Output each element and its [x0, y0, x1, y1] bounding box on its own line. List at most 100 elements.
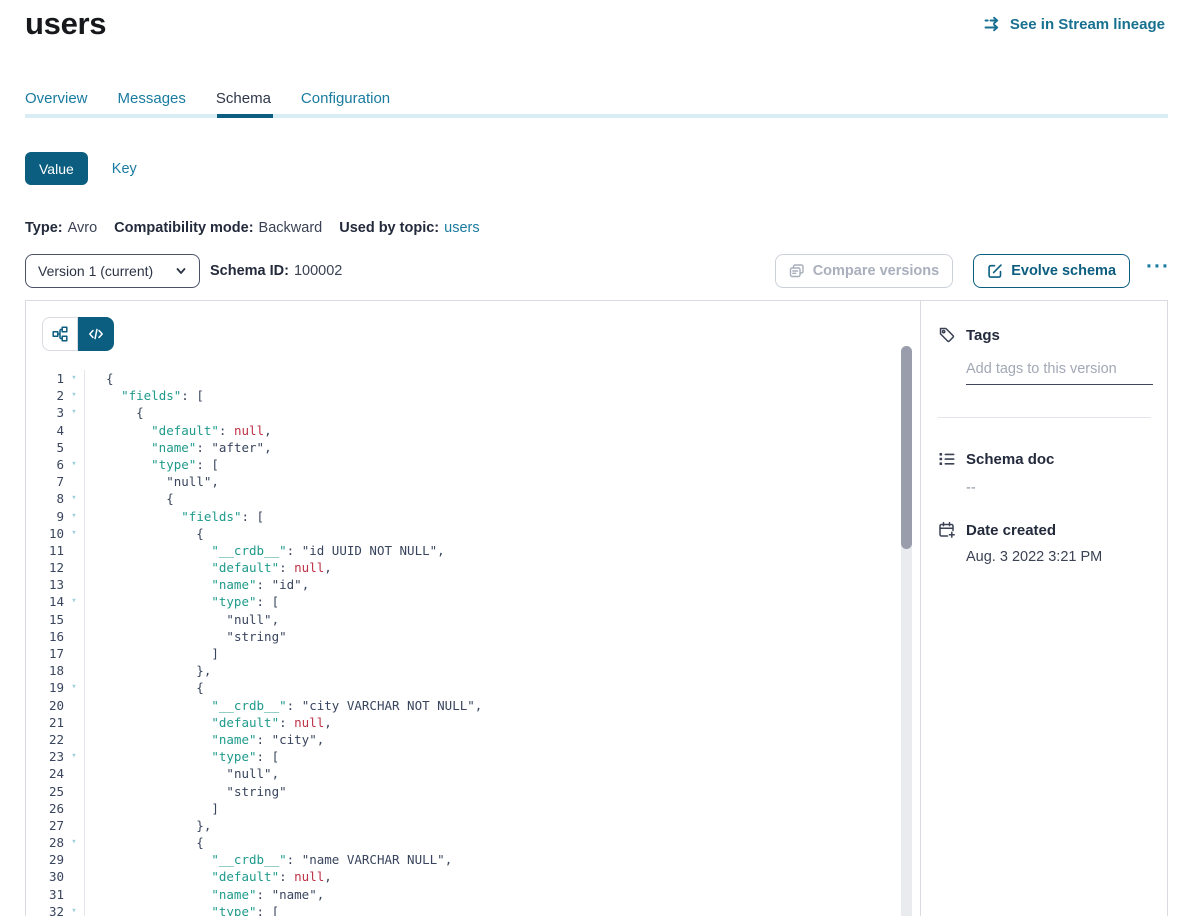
code-text: "type": [: [84, 593, 279, 610]
line-number: 1: [26, 370, 64, 387]
stream-lineage-icon: [984, 15, 1002, 33]
fold-arrow-icon[interactable]: ▾: [64, 456, 84, 473]
tab-configuration[interactable]: Configuration: [301, 90, 390, 107]
evolve-schema-label: Evolve schema: [1011, 263, 1116, 279]
fold-spacer: [64, 473, 84, 490]
code-line: 9▾ "fields": [: [26, 508, 920, 525]
fold-spacer: [64, 714, 84, 731]
line-number: 10: [26, 525, 64, 542]
code-line: 21 "default": null,: [26, 714, 920, 731]
fold-spacer: [64, 800, 84, 817]
fold-spacer: [64, 783, 84, 800]
key-toggle-button[interactable]: Key: [112, 161, 137, 177]
evolve-schema-button[interactable]: Evolve schema: [973, 254, 1130, 288]
compare-icon: [789, 263, 805, 279]
tab-schema[interactable]: Schema: [216, 90, 271, 107]
code-scrollbar-thumb[interactable]: [901, 346, 912, 549]
fold-arrow-icon[interactable]: ▾: [64, 490, 84, 507]
compare-versions-button[interactable]: Compare versions: [775, 254, 954, 288]
value-key-toggle: Value Key: [25, 152, 137, 185]
stream-lineage-label: See in Stream lineage: [1010, 16, 1165, 33]
code-text: "type": [: [84, 748, 279, 765]
add-tags-input[interactable]: [966, 361, 1153, 385]
code-line: 3▾ {: [26, 404, 920, 421]
fold-spacer: [64, 886, 84, 903]
fold-arrow-icon[interactable]: ▾: [64, 525, 84, 542]
line-number: 12: [26, 559, 64, 576]
code-text: "name": "city",: [84, 731, 324, 748]
fold-arrow-icon[interactable]: ▾: [64, 387, 84, 404]
tree-view-button[interactable]: [42, 317, 78, 351]
line-number: 19: [26, 679, 64, 696]
calendar-plus-icon: [938, 521, 956, 539]
fold-arrow-icon[interactable]: ▾: [64, 508, 84, 525]
line-number: 14: [26, 593, 64, 610]
code-toolbar: [26, 301, 920, 351]
code-text: {: [84, 370, 114, 387]
code-text: "null",: [84, 473, 219, 490]
topic-link[interactable]: users: [444, 220, 479, 236]
line-number: 6: [26, 456, 64, 473]
line-number: 32: [26, 903, 64, 916]
fold-arrow-icon[interactable]: ▾: [64, 903, 84, 916]
line-number: 9: [26, 508, 64, 525]
code-line: 1▾{: [26, 370, 920, 387]
code-line: 27 },: [26, 817, 920, 834]
tab-messages[interactable]: Messages: [118, 90, 186, 107]
fold-arrow-icon[interactable]: ▾: [64, 679, 84, 696]
version-select[interactable]: Version 1 (current): [25, 254, 200, 288]
fold-spacer: [64, 645, 84, 662]
code-view-button[interactable]: [78, 317, 114, 351]
code-text: {: [84, 490, 174, 507]
fold-spacer: [64, 731, 84, 748]
code-line: 23▾ "type": [: [26, 748, 920, 765]
line-number: 13: [26, 576, 64, 593]
used-by-topic-label: Used by topic:: [339, 220, 439, 236]
fold-arrow-icon[interactable]: ▾: [64, 834, 84, 851]
fold-arrow-icon[interactable]: ▾: [64, 593, 84, 610]
version-bar: Version 1 (current) Schema ID: 100002 Co…: [25, 254, 1172, 288]
stream-lineage-link[interactable]: See in Stream lineage: [984, 15, 1165, 33]
line-number: 26: [26, 800, 64, 817]
type-value: Avro: [68, 220, 98, 236]
list-icon: [938, 450, 956, 468]
version-select-value: Version 1 (current): [38, 263, 153, 279]
date-created-section-header: Date created: [938, 520, 1151, 540]
code-line: 12 "default": null,: [26, 559, 920, 576]
compatibility-label: Compatibility mode:: [114, 220, 253, 236]
code-scrollbar-track[interactable]: [901, 346, 912, 916]
code-text: "default": null,: [84, 868, 332, 885]
code-text: {: [84, 525, 204, 542]
more-options-button[interactable]: ···: [1144, 262, 1172, 280]
code-line: 31 "name": "name",: [26, 886, 920, 903]
line-number: 16: [26, 628, 64, 645]
fold-spacer: [64, 542, 84, 559]
type-label: Type:: [25, 220, 63, 236]
value-toggle-button[interactable]: Value: [25, 152, 88, 185]
code-text: "fields": [: [84, 508, 264, 525]
code-line: 15 "null",: [26, 611, 920, 628]
tags-section-header: Tags: [938, 325, 1151, 345]
edit-icon: [987, 263, 1003, 279]
code-line: 26 ]: [26, 800, 920, 817]
fold-arrow-icon[interactable]: ▾: [64, 404, 84, 421]
active-tab-indicator: [217, 114, 273, 118]
fold-spacer: [64, 611, 84, 628]
tab-bar: Overview Messages Schema Configuration: [25, 90, 390, 107]
line-number: 29: [26, 851, 64, 868]
schema-id-value: 100002: [294, 263, 342, 279]
tab-overview[interactable]: Overview: [25, 90, 88, 107]
schema-id-label: Schema ID:: [210, 263, 289, 279]
line-number: 5: [26, 439, 64, 456]
line-number: 28: [26, 834, 64, 851]
code-text: "default": null,: [84, 559, 332, 576]
fold-arrow-icon[interactable]: ▾: [64, 748, 84, 765]
code-line: 4 "default": null,: [26, 422, 920, 439]
code-line: 7 "null",: [26, 473, 920, 490]
line-number: 3: [26, 404, 64, 421]
tag-icon: [938, 326, 956, 344]
code-text: "name": "id",: [84, 576, 309, 593]
code-text: "string": [84, 783, 287, 800]
fold-arrow-icon[interactable]: ▾: [64, 370, 84, 387]
code-line: 18 },: [26, 662, 920, 679]
